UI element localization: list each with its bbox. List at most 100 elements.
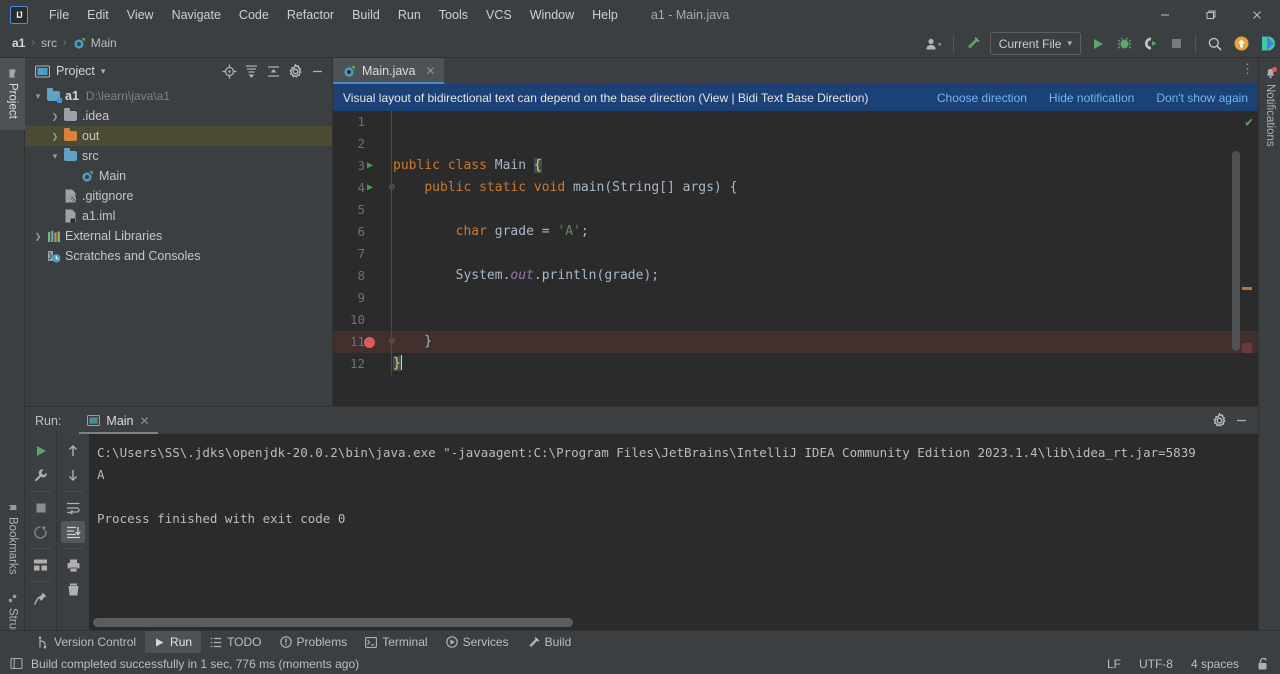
- chevron-down-icon[interactable]: ▾: [31, 91, 45, 102]
- tree-node-idea[interactable]: ❯ .idea: [25, 106, 332, 126]
- maximize-button[interactable]: [1188, 0, 1234, 29]
- rerun-icon[interactable]: [29, 440, 53, 462]
- bottom-tab-todo[interactable]: TODO: [201, 631, 270, 654]
- tree-node-a1[interactable]: ▾ a1 D:\learn\java\a1: [25, 86, 332, 106]
- console-output[interactable]: C:\Users\SS\.jdks\openjdk-20.0.2\bin\jav…: [89, 434, 1258, 631]
- rerun-failed-icon[interactable]: [29, 521, 53, 543]
- gutter-run-icon[interactable]: ▶: [363, 177, 377, 199]
- soft-wrap-icon[interactable]: [61, 497, 85, 519]
- java-class-icon: [343, 65, 356, 78]
- scroll-to-end-icon[interactable]: [61, 521, 85, 543]
- encoding-label[interactable]: UTF-8: [1139, 657, 1173, 671]
- stop-icon[interactable]: [1164, 33, 1188, 55]
- menu-item-edit[interactable]: Edit: [78, 4, 118, 26]
- locate-icon[interactable]: [218, 60, 240, 82]
- scroll-up-icon[interactable]: [61, 440, 85, 462]
- hide-icon[interactable]: [306, 60, 328, 82]
- tree-node-main[interactable]: Main: [25, 166, 332, 186]
- chevron-down-icon[interactable]: ▾: [101, 66, 106, 77]
- close-icon[interactable]: ✕: [426, 64, 436, 78]
- dont-show-again-link[interactable]: Don't show again: [1156, 91, 1248, 105]
- console-horizontal-scrollbar[interactable]: [93, 618, 573, 627]
- menu-item-refactor[interactable]: Refactor: [278, 4, 343, 26]
- wrench-icon[interactable]: [29, 464, 53, 486]
- search-icon[interactable]: [1203, 33, 1227, 55]
- bottom-tab-problems[interactable]: Problems: [271, 631, 357, 654]
- close-button[interactable]: [1234, 0, 1280, 29]
- tree-node-src[interactable]: ▾ src: [25, 146, 332, 166]
- sidebar-item-notifications[interactable]: Notifications: [1259, 62, 1280, 153]
- sidebar-item-bookmarks[interactable]: Bookmarks: [0, 498, 25, 580]
- tree-node-gitignore[interactable]: .gitignore: [25, 186, 332, 206]
- services-icon: [445, 636, 458, 648]
- bottom-tab-version-control[interactable]: Version Control: [28, 631, 145, 654]
- trash-icon[interactable]: [61, 578, 85, 600]
- indent-label[interactable]: 4 spaces: [1191, 657, 1239, 671]
- collapse-all-icon[interactable]: [262, 60, 284, 82]
- hide-notification-link[interactable]: Hide notification: [1049, 91, 1134, 105]
- run-configuration-selector[interactable]: Current File ▾: [989, 32, 1081, 55]
- settings-icon[interactable]: [284, 60, 306, 82]
- update-icon[interactable]: [1229, 33, 1253, 55]
- menu-item-window[interactable]: Window: [521, 4, 583, 26]
- menu-item-navigate[interactable]: Navigate: [163, 4, 230, 26]
- pin-icon[interactable]: [29, 587, 53, 609]
- editor-scrollbar[interactable]: [1232, 151, 1240, 351]
- menu-item-code[interactable]: Code: [230, 4, 278, 26]
- print-icon[interactable]: [61, 554, 85, 576]
- tree-node-external-libraries[interactable]: ❯ External Libraries: [25, 226, 332, 246]
- chevron-right-icon[interactable]: ❯: [48, 112, 62, 121]
- inspection-ok-icon[interactable]: ✔: [1245, 115, 1253, 130]
- tree-node-label: External Libraries: [65, 229, 163, 243]
- stop-icon[interactable]: [29, 497, 53, 519]
- tree-node-a1-iml[interactable]: a1.iml: [25, 206, 332, 226]
- menu-item-tools[interactable]: Tools: [430, 4, 477, 26]
- menu-item-help[interactable]: Help: [583, 4, 627, 26]
- sidebar-item-project[interactable]: Project: [0, 58, 25, 130]
- menu-item-file[interactable]: File: [40, 4, 78, 26]
- chevron-right-icon[interactable]: ❯: [48, 132, 62, 141]
- account-icon[interactable]: [922, 33, 946, 55]
- menu-item-run[interactable]: Run: [389, 4, 430, 26]
- unlocked-icon[interactable]: [1257, 657, 1270, 671]
- breakpoint-icon[interactable]: [364, 337, 375, 348]
- layout-icon[interactable]: [10, 657, 23, 670]
- menu-item-view[interactable]: View: [118, 4, 163, 26]
- breadcrumb-item-a1[interactable]: a1: [10, 36, 27, 50]
- breadcrumb-item-main[interactable]: Main: [71, 36, 119, 50]
- choose-direction-link[interactable]: Choose direction: [937, 91, 1027, 105]
- bottom-tab-services[interactable]: Services: [437, 631, 518, 654]
- gutter-run-icon[interactable]: ▶: [363, 155, 377, 177]
- minimize-button[interactable]: [1142, 0, 1188, 29]
- layout-icon[interactable]: [29, 554, 53, 576]
- bottom-tab-terminal[interactable]: Terminal: [356, 631, 436, 654]
- editor-more-actions[interactable]: ⋮: [1241, 61, 1254, 77]
- tree-node-scratches-and-consoles[interactable]: Scratches and Consoles: [25, 246, 332, 266]
- line-separator-label[interactable]: LF: [1107, 657, 1121, 671]
- debug-icon[interactable]: [1112, 33, 1136, 55]
- console-lines: C:\Users\SS\.jdks\openjdk-20.0.2\bin\jav…: [97, 442, 1258, 530]
- close-icon[interactable]: ✕: [140, 414, 150, 428]
- ide-assistant-icon[interactable]: [1255, 33, 1279, 55]
- run-icon[interactable]: [1086, 33, 1110, 55]
- menu-item-vcs[interactable]: VCS: [477, 4, 521, 26]
- code-token: void: [533, 180, 566, 195]
- settings-icon[interactable]: [1208, 409, 1230, 431]
- code-editor[interactable]: 1 2 3 ▶ public class Main {4 ▶ ⊖ public static…: [333, 111, 1258, 406]
- run-with-coverage-icon[interactable]: [1138, 33, 1162, 55]
- menu-item-build[interactable]: Build: [343, 4, 389, 26]
- build-hammer-icon[interactable]: [961, 33, 985, 55]
- scroll-down-icon[interactable]: [61, 464, 85, 486]
- chevron-right-icon[interactable]: ❯: [31, 232, 45, 241]
- bottom-tab-run[interactable]: Run: [145, 630, 202, 654]
- chevron-down-icon[interactable]: ▾: [48, 151, 62, 162]
- bottom-tab-build[interactable]: Build: [518, 631, 581, 654]
- breadcrumb-item-src[interactable]: src: [39, 36, 59, 50]
- run-tab-main[interactable]: Main ✕: [79, 407, 158, 434]
- expand-all-icon[interactable]: [240, 60, 262, 82]
- editor-tab-main-java[interactable]: Main.java ✕: [333, 58, 444, 84]
- todo-icon: [210, 637, 222, 648]
- hide-icon[interactable]: [1230, 409, 1252, 431]
- code-line-2: 2: [333, 133, 1258, 155]
- tree-node-out[interactable]: ❯ out: [25, 126, 332, 146]
